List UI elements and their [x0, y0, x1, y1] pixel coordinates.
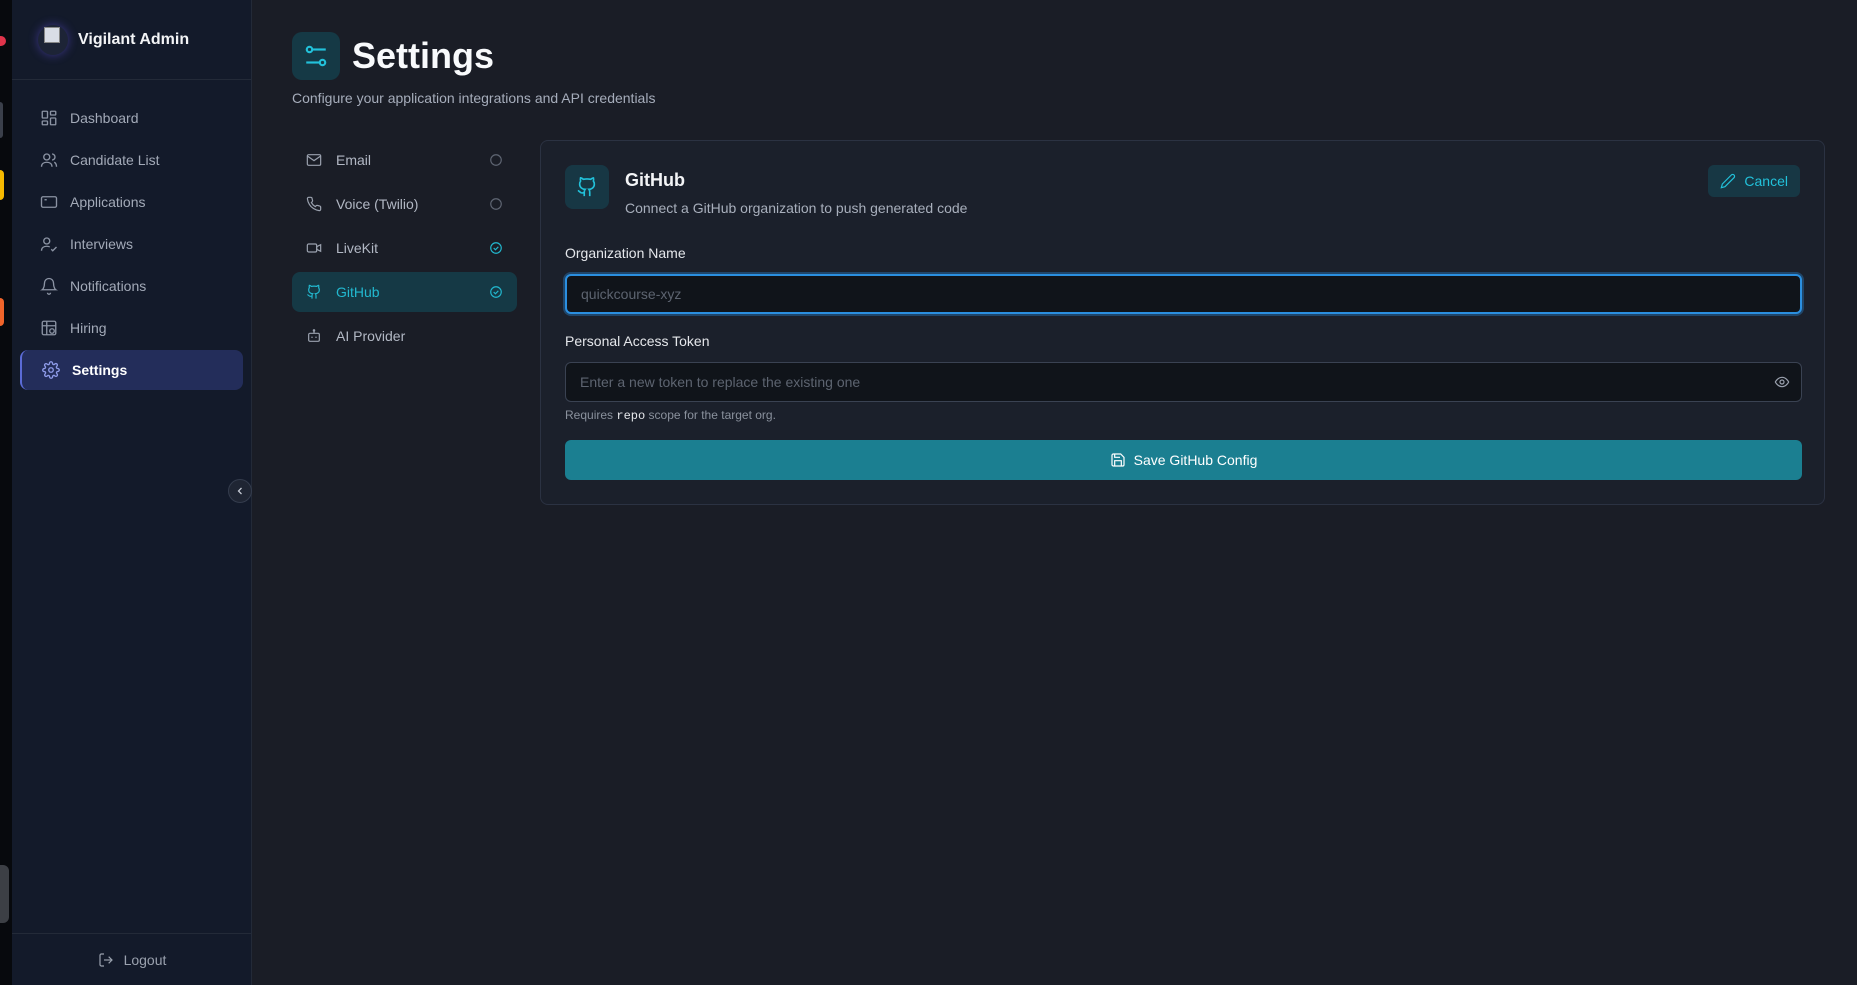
applications-icon [40, 193, 58, 211]
mail-icon [306, 152, 322, 168]
eye-icon[interactable] [1774, 374, 1790, 390]
check-circle-icon [489, 241, 503, 255]
brand: Vigilant Admin [12, 0, 251, 80]
left-edge-strip [0, 0, 12, 985]
sidebar-item-label: Notifications [70, 278, 147, 294]
sidebar-item-interviews[interactable]: Interviews [20, 224, 243, 264]
check-circle-icon [489, 285, 503, 299]
circle-icon [489, 197, 503, 211]
sidebar-item-label: Applications [70, 194, 146, 210]
hint-prefix: Requires [565, 408, 614, 422]
hint-suffix: scope for the target org. [648, 408, 776, 422]
logout-icon [98, 952, 114, 968]
github-icon [306, 284, 322, 300]
sidebar-item-label: Settings [72, 362, 128, 378]
edge-marker [0, 170, 4, 200]
sidebar-item-label: Hiring [70, 320, 107, 336]
integration-item-email[interactable]: Email [292, 140, 517, 180]
card-title: GitHub [625, 170, 685, 190]
sidebar-item-applications[interactable]: Applications [20, 182, 243, 222]
bot-icon [306, 328, 322, 344]
logo-icon [38, 24, 68, 55]
token-input[interactable] [565, 362, 1802, 402]
github-icon [565, 165, 609, 209]
integration-item-livekit[interactable]: LiveKit [292, 228, 517, 268]
sidebar-item-notifications[interactable]: Notifications [20, 266, 243, 306]
sidebar-collapse-button[interactable] [228, 479, 252, 503]
edge-marker [0, 36, 6, 46]
chevron-left-icon [234, 485, 246, 497]
integration-label: Email [336, 152, 372, 168]
integration-label: AI Provider [336, 328, 406, 344]
hiring-icon [40, 319, 58, 337]
cancel-label: Cancel [1744, 173, 1788, 189]
card-description: Connect a GitHub organization to push ge… [625, 200, 968, 216]
save-config-button[interactable]: Save GitHub Config [565, 440, 1802, 480]
integration-item-voice[interactable]: Voice (Twilio) [292, 184, 517, 224]
integration-label: LiveKit [336, 240, 379, 256]
sidebar-item-label: Dashboard [70, 110, 139, 126]
sliders-icon [292, 32, 340, 80]
circle-icon [489, 153, 503, 167]
sidebar-item-hiring[interactable]: Hiring [20, 308, 243, 348]
save-label: Save GitHub Config [1133, 452, 1258, 468]
edge-marker [0, 298, 4, 326]
gear-icon [42, 361, 60, 379]
hint-code: repo [616, 409, 646, 423]
dashboard-icon [40, 109, 58, 127]
integration-label: Voice (Twilio) [336, 196, 419, 212]
bell-icon [40, 277, 58, 295]
save-icon [1110, 452, 1126, 468]
integration-nav: Email Voice (Twilio) LiveKit GitHub AI P… [292, 140, 517, 360]
github-config-card: GitHub Connect a GitHub organization to … [540, 140, 1825, 505]
logout-label: Logout [123, 951, 167, 968]
sidebar-item-settings[interactable]: Settings [20, 350, 243, 390]
token-label: Personal Access Token [565, 333, 710, 349]
page-subtitle: Configure your application integrations … [292, 90, 656, 106]
edge-marker [0, 102, 3, 138]
pencil-icon [1720, 173, 1736, 189]
video-icon [306, 240, 322, 256]
interviews-icon [40, 235, 58, 253]
integration-label: GitHub [336, 284, 380, 300]
sidebar-nav: Dashboard Candidate List Applications In… [12, 80, 251, 390]
sidebar-item-label: Interviews [70, 236, 134, 252]
sidebar-item-dashboard[interactable]: Dashboard [20, 98, 243, 138]
sidebar-item-candidate-list[interactable]: Candidate List [20, 140, 243, 180]
integration-item-github[interactable]: GitHub [292, 272, 517, 312]
org-name-label: Organization Name [565, 245, 686, 261]
main-content: Settings Configure your application inte… [252, 0, 1857, 985]
cancel-button[interactable]: Cancel [1708, 165, 1800, 197]
page-title: Settings [352, 35, 495, 76]
token-hint: Requires repo scope for the target org. [565, 408, 776, 423]
phone-icon [306, 196, 322, 212]
logout-button[interactable]: Logout [12, 933, 252, 985]
app-name: Vigilant Admin [78, 30, 190, 48]
sidebar: Vigilant Admin Dashboard Candidate List … [12, 0, 252, 985]
users-icon [40, 151, 58, 169]
sidebar-item-label: Candidate List [70, 152, 160, 168]
edge-marker [0, 865, 9, 923]
integration-item-ai-provider[interactable]: AI Provider [292, 316, 517, 356]
org-name-input[interactable] [565, 274, 1802, 314]
page-header: Settings [292, 32, 494, 80]
